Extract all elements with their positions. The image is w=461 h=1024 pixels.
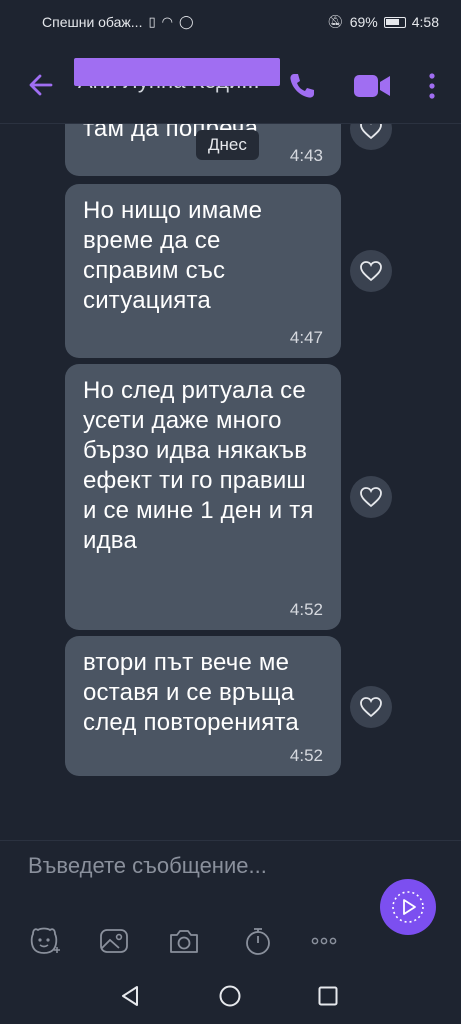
send-button[interactable] (380, 879, 436, 935)
heart-icon (360, 261, 382, 282)
nav-recents-button[interactable] (316, 984, 340, 1008)
message-list[interactable]: там да попреча 4:43 Днес Но нищо имаме в… (0, 124, 461, 840)
more-horizontal-icon (311, 937, 337, 945)
message-text: Но нищо имаме време да се справим със си… (83, 197, 263, 314)
like-button[interactable] (350, 250, 392, 292)
circle-home-icon (219, 985, 241, 1007)
timer-icon (246, 928, 270, 955)
send-icon (392, 891, 424, 923)
clock: 4:58 (411, 14, 439, 30)
call-button[interactable] (286, 70, 318, 102)
message-bubble[interactable]: Но нищо имаме време да се справим със си… (65, 184, 341, 358)
message-time: 4:52 (289, 600, 323, 619)
viber-icon: ◯ (178, 14, 194, 29)
more-options-button[interactable] (420, 70, 444, 102)
message-time: 4:47 (289, 328, 323, 347)
square-recents-icon (318, 986, 338, 1006)
more-attachments-button[interactable] (306, 923, 342, 959)
status-bar: Спешни обаж... ▯ ◠ ◯ 🔕︎ 69% 4:58 (0, 0, 461, 44)
video-camera-icon (354, 75, 390, 97)
video-call-button[interactable] (352, 70, 392, 102)
wifi-icon: ◠ (161, 14, 173, 29)
message-input[interactable]: Въведете съобщение... (28, 851, 348, 911)
gallery-icon (100, 929, 128, 953)
message-bubble[interactable]: Но след ритуала се усети даже много бърз… (65, 364, 341, 630)
nav-back-button[interactable] (118, 984, 142, 1008)
sticker-icon (30, 927, 60, 954)
message-text: Но след ритуала се усети даже много бърз… (83, 377, 314, 554)
composer: Въведете съобщение... (0, 840, 461, 960)
sim-icon: ▯ (148, 14, 156, 29)
status-left: Спешни обаж... ▯ ◠ ◯ (42, 14, 194, 30)
message-time: 4:43 (289, 146, 323, 165)
timer-button[interactable] (240, 923, 276, 959)
back-button[interactable] (26, 70, 56, 100)
camera-button[interactable] (166, 923, 202, 959)
heart-icon (360, 124, 382, 140)
carrier-label: Спешни обаж... (42, 14, 143, 30)
sticker-button[interactable] (26, 923, 62, 959)
message-text: втори път вече ме оставя и се връща след… (83, 649, 299, 736)
triangle-back-icon (122, 986, 138, 1006)
message-bubble[interactable]: втори път вече ме оставя и се връща след… (65, 636, 341, 776)
mute-icon: 🔕︎ (327, 14, 344, 29)
date-chip: Днес (196, 130, 259, 160)
redaction-bar (74, 58, 280, 86)
phone-icon (290, 74, 314, 98)
battery-icon (383, 16, 406, 28)
system-nav-bar (0, 964, 461, 1024)
chat-header: Ани Лунна Коди... (0, 44, 461, 124)
like-button[interactable] (350, 476, 392, 518)
message-time: 4:52 (289, 746, 323, 765)
more-vertical-icon (429, 73, 435, 99)
arrow-left-icon (29, 74, 53, 96)
like-button[interactable] (350, 686, 392, 728)
camera-icon (170, 930, 198, 953)
status-right: 🔕︎ 69% 4:58 (327, 14, 439, 30)
heart-icon (360, 697, 382, 718)
battery-percent: 69% (349, 14, 378, 30)
composer-toolbar (0, 923, 360, 959)
heart-icon (360, 487, 382, 508)
nav-home-button[interactable] (218, 984, 242, 1008)
gallery-button[interactable] (96, 923, 132, 959)
like-button[interactable] (350, 124, 392, 150)
